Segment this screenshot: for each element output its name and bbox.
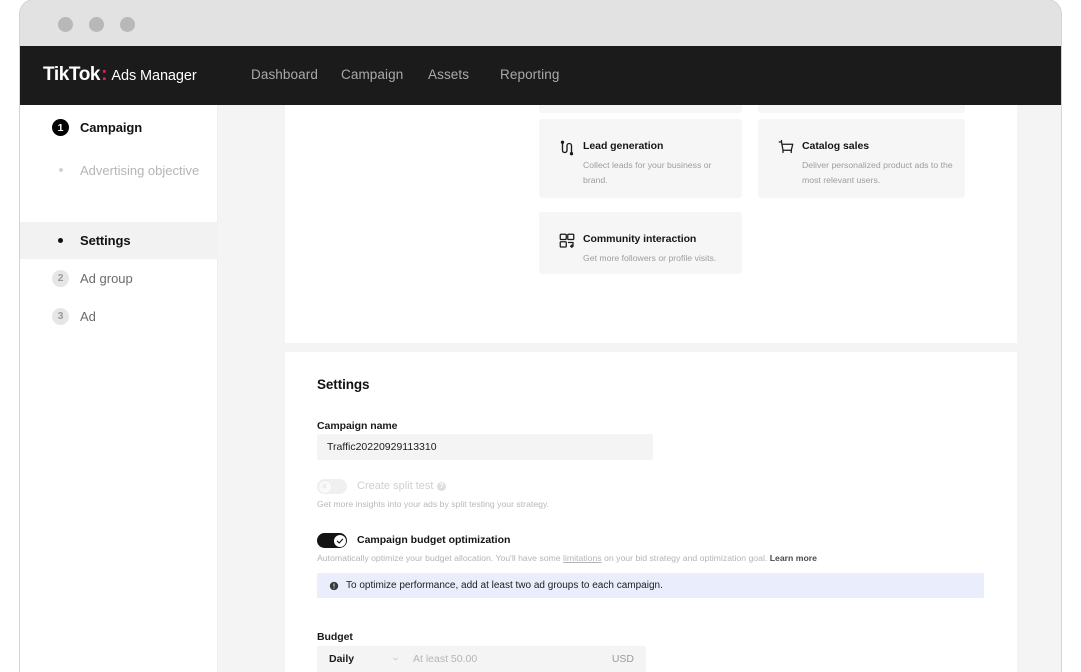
sidebar-label-campaign: Campaign [80, 120, 143, 135]
sidebar-label-settings: Settings [80, 233, 131, 248]
cbo-desc-part1: Automatically optimize your budget alloc… [317, 553, 564, 563]
sidebar-item-advertising-objective[interactable]: Advertising objective [20, 150, 218, 190]
objective-desc-community-interaction: Get more followers or profile visits. [583, 253, 717, 263]
toggle-knob: ✕ [318, 480, 331, 493]
sidebar-item-ad-group[interactable]: 2 Ad group [20, 259, 218, 297]
window-dot-maximize[interactable] [120, 17, 135, 32]
nav-item-campaign[interactable]: Campaign [341, 67, 403, 82]
objective-card-lead-generation[interactable]: Lead generation Collect leads for your b… [539, 119, 742, 198]
page-viewport: TikTok : Ads Manager Dashboard Campaign … [20, 46, 1061, 672]
sidebar-item-ad[interactable]: 3 Ad [20, 297, 218, 335]
nav-item-dashboard[interactable]: Dashboard [251, 67, 318, 82]
objective-card-catalog-sales[interactable]: Catalog sales Deliver personalized produ… [758, 119, 965, 198]
nav-item-reporting[interactable]: Reporting [500, 67, 559, 82]
tiktok-ads-manager-logo[interactable]: TikTok : Ads Manager [43, 64, 197, 86]
sidebar-item-campaign[interactable]: 1 Campaign [20, 105, 218, 150]
sidebar: 1 Campaign Advertising objective Setting… [20, 105, 218, 672]
objective-card-cutoff-right[interactable] [758, 105, 965, 113]
step-badge-1: 1 [52, 119, 69, 136]
community-interaction-icon [559, 233, 575, 249]
catalog-sales-cart-icon [778, 139, 794, 154]
window-dot-minimize[interactable] [89, 17, 104, 32]
objective-title-lead-generation: Lead generation [583, 140, 664, 152]
campaign-name-label: Campaign name [317, 420, 398, 432]
browser-titlebar [20, 0, 1061, 46]
objective-title-community-interaction: Community interaction [583, 233, 697, 245]
objective-title-catalog-sales: Catalog sales [802, 140, 870, 152]
sidebar-label-ad: Ad [80, 308, 96, 324]
budget-label: Budget [317, 631, 353, 643]
limitations-link[interactable]: limitations [563, 553, 602, 563]
objective-desc-lead-generation: Collect leads for your business or brand… [583, 160, 712, 185]
settings-panel: Settings Campaign name ✕ Create split te… [285, 352, 1017, 672]
step-badge-3: 3 [52, 307, 69, 325]
sidebar-item-settings[interactable]: Settings [20, 222, 218, 259]
learn-more-link[interactable]: Learn more [770, 553, 817, 563]
nav-item-assets[interactable]: Assets [428, 67, 469, 82]
bullet-icon-active [52, 238, 69, 243]
info-banner: To optimize performance, add at least tw… [317, 573, 984, 598]
campaign-name-input[interactable] [317, 434, 653, 460]
info-icon [329, 581, 339, 590]
logo-ads-manager-text: Ads Manager [111, 68, 197, 84]
logo-tiktok-text: TikTok [43, 64, 101, 85]
create-split-test-label: Create split test [357, 480, 434, 492]
campaign-budget-optimization-label: Campaign budget optimization [357, 534, 511, 546]
settings-panel-title: Settings [317, 377, 370, 392]
bullet-icon [52, 168, 69, 172]
advertising-objective-panel: Lead generation Collect leads for your b… [285, 105, 1017, 343]
sidebar-label-ad-group: Ad group [80, 270, 133, 286]
step-badge-2: 2 [52, 269, 69, 287]
budget-amount-input[interactable] [413, 646, 603, 672]
budget-input-row: Daily USD [317, 646, 646, 672]
info-banner-text: To optimize performance, add at least tw… [346, 580, 663, 591]
help-icon[interactable]: ? [437, 482, 446, 491]
sidebar-label-advertising-objective: Advertising objective [80, 162, 200, 178]
cbo-desc-part2: on your bid strategy and optimization go… [601, 553, 770, 563]
lead-generation-icon [560, 140, 574, 156]
top-navigation-bar: TikTok : Ads Manager Dashboard Campaign … [20, 46, 1061, 105]
browser-window: TikTok : Ads Manager Dashboard Campaign … [20, 0, 1061, 672]
create-split-test-toggle[interactable]: ✕ [317, 479, 347, 494]
objective-card-cutoff-left[interactable] [539, 105, 742, 113]
close-icon: ✕ [321, 481, 328, 491]
create-split-test-description: Get more insights into your ads by split… [317, 499, 550, 509]
objective-card-community-interaction[interactable]: Community interaction Get more followers… [539, 212, 742, 274]
main-content: Lead generation Collect leads for your b… [218, 105, 1061, 672]
window-dot-close[interactable] [58, 17, 73, 32]
budget-type-select[interactable]: Daily [329, 653, 354, 665]
toggle-knob [333, 534, 346, 547]
objective-desc-catalog-sales: Deliver personalized product ads to the … [802, 160, 953, 185]
campaign-budget-optimization-description: Automatically optimize your budget alloc… [317, 553, 817, 563]
budget-currency-label: USD [611, 653, 634, 665]
campaign-budget-optimization-toggle[interactable] [317, 533, 347, 548]
chevron-down-icon[interactable] [391, 656, 400, 662]
check-icon [336, 538, 343, 544]
logo-colon: : [101, 64, 108, 85]
